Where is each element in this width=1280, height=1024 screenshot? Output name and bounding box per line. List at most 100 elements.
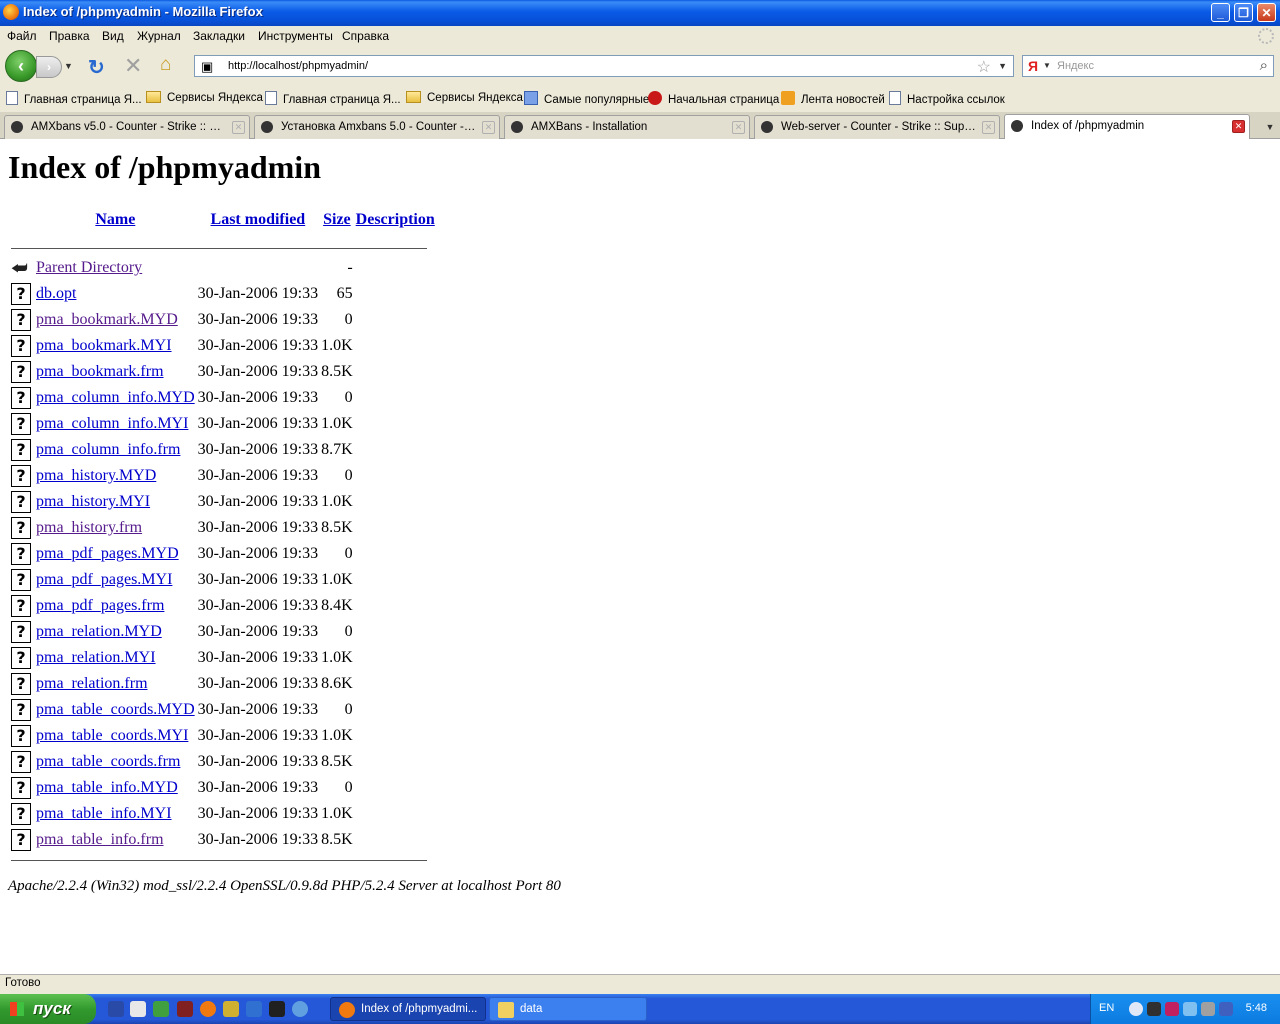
menu-file[interactable]: Файл (7, 29, 37, 43)
engine-dropdown-icon[interactable]: ▼ (1043, 61, 1051, 70)
file-link[interactable]: pma_pdf_pages.MYD (36, 545, 179, 562)
bookmark-item[interactable]: Главная страница Я... (265, 91, 401, 106)
back-button[interactable]: ‹ (5, 50, 37, 82)
winamp-icon[interactable] (246, 1001, 262, 1017)
file-link[interactable]: pma_bookmark.frm (36, 363, 164, 380)
firefox-icon[interactable] (200, 1001, 216, 1017)
file-link[interactable]: pma_table_info.MYD (36, 779, 178, 796)
sort-by-size-link[interactable]: Size (323, 211, 351, 228)
start-button[interactable]: пуск (0, 994, 96, 1024)
tab[interactable]: AMXBans - Installation ✕ (504, 115, 750, 139)
bookmark-item[interactable]: Лента новостей (781, 91, 885, 106)
tab-close-icon[interactable]: ✕ (732, 121, 745, 134)
url-text[interactable]: http://localhost/phpmyadmin/ (228, 60, 368, 72)
tab-favicon-icon (1011, 120, 1023, 132)
menu-tools[interactable]: Инструменты (258, 29, 333, 43)
file-modified: 30-Jan-2006 19:33 (197, 675, 319, 692)
menu-help[interactable]: Справка (342, 29, 389, 43)
file-link[interactable]: db.opt (36, 285, 76, 302)
close-button[interactable]: ✕ (1257, 3, 1276, 22)
file-link[interactable]: pma_table_info.frm (36, 831, 164, 848)
bookmark-item[interactable]: Самые популярные (524, 91, 649, 106)
sort-by-name-link[interactable]: Name (95, 211, 135, 228)
menu-view[interactable]: Вид (102, 29, 124, 43)
tab-list-dropdown-icon[interactable]: ▼ (1260, 115, 1280, 139)
globe-icon[interactable] (153, 1001, 169, 1017)
bookmark-item[interactable]: Начальная страница (648, 91, 779, 106)
taskbar-window-data[interactable]: data (489, 997, 647, 1021)
stop-icon[interactable]: ✕ (124, 53, 142, 79)
file-link[interactable]: pma_table_coords.MYI (36, 727, 188, 744)
tab-close-icon[interactable]: ✕ (482, 121, 495, 134)
menu-history[interactable]: Журнал (137, 29, 181, 43)
file-link[interactable]: pma_bookmark.MYD (36, 311, 178, 328)
tab-close-icon[interactable]: ✕ (1232, 120, 1245, 133)
file-link[interactable]: pma_relation.MYI (36, 649, 156, 666)
file-link[interactable]: pma_history.frm (36, 519, 142, 536)
bookmark-item[interactable]: Настройка ссылок (889, 91, 1005, 106)
word-icon[interactable] (108, 1001, 124, 1017)
bookmark-item[interactable]: Сервисы Яндекса (146, 91, 263, 104)
file-link[interactable]: pma_table_coords.frm (36, 753, 180, 770)
ie-icon[interactable] (292, 1001, 308, 1017)
tray-app-icon[interactable] (1147, 1002, 1161, 1016)
app-icon[interactable] (223, 1001, 239, 1017)
file-size: 1.0K (321, 493, 353, 510)
minimize-button[interactable]: _ (1211, 3, 1230, 22)
file-description (356, 437, 435, 463)
file-link[interactable]: pma_table_coords.MYD (36, 701, 195, 718)
file-link[interactable]: pma_relation.frm (36, 675, 148, 692)
taskbar-window-firefox[interactable]: Index of /phpmyadmi... (330, 997, 486, 1021)
unknown-file-icon: ? (11, 751, 31, 773)
game-icon[interactable] (177, 1001, 193, 1017)
tray-volume-icon[interactable] (1201, 1002, 1215, 1016)
file-modified: 30-Jan-2006 19:33 (197, 545, 319, 562)
tab-close-icon[interactable]: ✕ (232, 121, 245, 134)
file-link[interactable]: pma_column_info.frm (36, 441, 180, 458)
menu-bookmarks[interactable]: Закладки (193, 29, 245, 43)
bookmark-star-icon[interactable]: ☆ (977, 57, 991, 77)
url-bar[interactable]: ▣ http://localhost/phpmyadmin/ ☆ ▼ (194, 55, 1014, 77)
tab-active[interactable]: Index of /phpmyadmin ✕ (1004, 114, 1250, 139)
file-row: ? pma_history.MYD 30-Jan-2006 19:33 0 (11, 463, 435, 489)
bookmark-item[interactable]: Сервисы Яндекса (406, 91, 523, 104)
tab-close-icon[interactable]: ✕ (982, 121, 995, 134)
tray-expand-icon[interactable] (1129, 1002, 1143, 1016)
file-description (356, 359, 435, 385)
tray-feather-icon[interactable] (1165, 1002, 1179, 1016)
bookmark-item[interactable]: Главная страница Я... (6, 91, 142, 106)
menu-edit[interactable]: Правка (49, 29, 90, 43)
search-box[interactable]: Я ▼ Яндекс ⌕ (1022, 55, 1274, 77)
file-link[interactable]: pma_history.MYI (36, 493, 150, 510)
forward-button[interactable]: › (36, 56, 62, 78)
tab[interactable]: Установка Amxbans 5.0 - Counter - St... … (254, 115, 500, 139)
tab[interactable]: AMXbans v5.0 - Counter - Strike :: Sup..… (4, 115, 250, 139)
file-link[interactable]: pma_relation.MYD (36, 623, 162, 640)
file-link[interactable]: pma_column_info.MYD (36, 389, 195, 406)
tool-icon[interactable] (269, 1001, 285, 1017)
url-dropdown-icon[interactable]: ▼ (998, 61, 1007, 71)
sort-by-modified-link[interactable]: Last modified (211, 211, 306, 228)
yandex-icon (648, 91, 662, 105)
home-icon[interactable]: ⌂ (160, 54, 171, 76)
file-link[interactable]: pma_table_info.MYI (36, 805, 172, 822)
parent-directory-link[interactable]: Parent Directory (36, 259, 142, 276)
file-link[interactable]: pma_pdf_pages.MYI (36, 571, 172, 588)
reload-icon[interactable]: ↻ (88, 55, 105, 80)
history-dropdown-icon[interactable]: ▼ (64, 61, 73, 71)
language-indicator[interactable]: EN (1099, 1002, 1114, 1014)
maximize-button[interactable]: ❐ (1234, 3, 1253, 22)
file-link[interactable]: pma_pdf_pages.frm (36, 597, 164, 614)
file-link[interactable]: pma_bookmark.MYI (36, 337, 172, 354)
search-icon[interactable]: ⌕ (1260, 57, 1268, 74)
yandex-engine-icon[interactable]: Я (1028, 58, 1038, 74)
sort-by-description-link[interactable]: Description (356, 211, 435, 228)
file-link[interactable]: pma_history.MYD (36, 467, 156, 484)
tray-misc-icon[interactable] (1219, 1002, 1233, 1016)
search-placeholder[interactable]: Яндекс (1057, 60, 1094, 72)
window-titlebar[interactable]: Index of /phpmyadmin - Mozilla Firefox _… (0, 0, 1280, 26)
tab[interactable]: Web-server - Counter - Strike :: Suppo..… (754, 115, 1000, 139)
tray-network-icon[interactable] (1183, 1002, 1197, 1016)
file-link[interactable]: pma_column_info.MYI (36, 415, 188, 432)
notepad-icon[interactable] (130, 1001, 146, 1017)
